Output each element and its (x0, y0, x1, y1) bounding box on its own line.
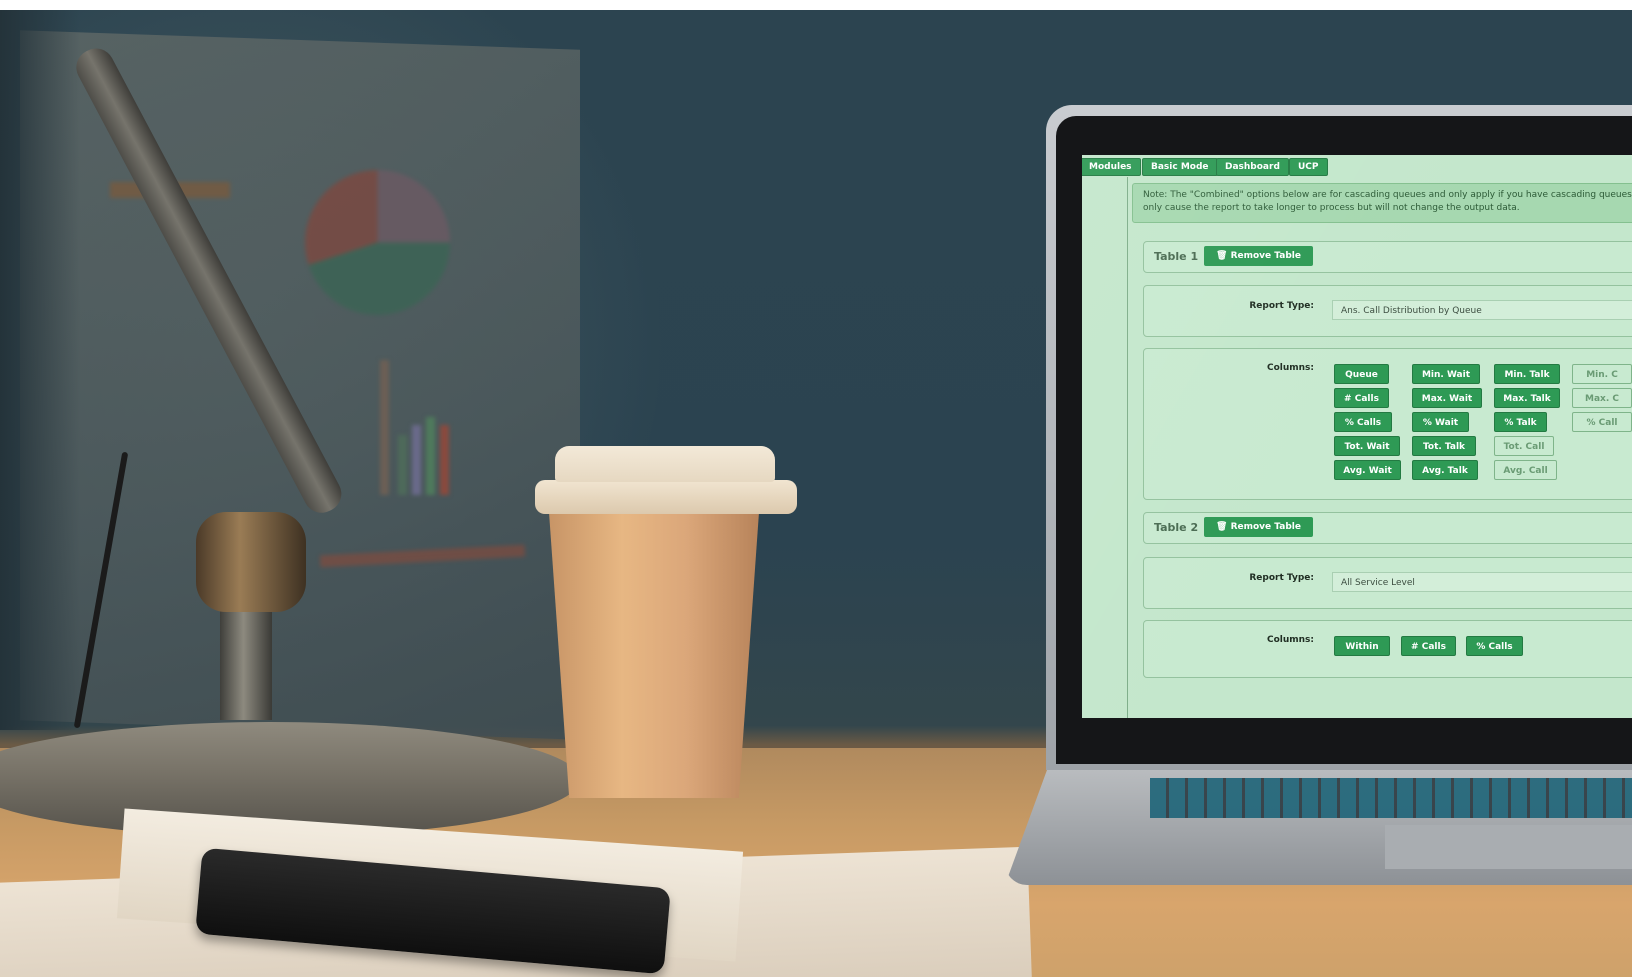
column-toggle-pct-calls[interactable]: % Calls (1334, 412, 1392, 432)
wall-poster (20, 30, 580, 740)
column-toggle-calls[interactable]: # Calls (1401, 636, 1456, 656)
columns-label: Columns: (1266, 363, 1314, 373)
laptop-trackpad (1385, 825, 1632, 869)
remove-table-1-label: Remove Table (1230, 251, 1301, 261)
columns-label: Columns: (1266, 635, 1314, 645)
nav-basic-mode-button[interactable]: Basic Mode (1142, 158, 1218, 176)
laptop-screen: Modules Basic Mode Dashboard UCP Note: T… (1082, 155, 1632, 718)
table-2-title: Table 2 (1154, 521, 1199, 534)
column-toggle-max-call[interactable]: Max. C (1572, 388, 1632, 408)
coffee-cup (548, 498, 760, 798)
column-toggle-avg-wait[interactable]: Avg. Wait (1334, 460, 1401, 480)
desk-lamp-joint (196, 512, 306, 612)
column-toggle-queue[interactable]: Queue (1334, 364, 1389, 384)
trash-icon: 🗑 (1216, 522, 1228, 532)
laptop-keyboard (1150, 778, 1632, 818)
table-2-report-type-panel: Report Type: All Service Level (1143, 557, 1632, 609)
table-2-columns-panel: Columns: Within # Calls % Calls (1143, 620, 1632, 678)
coffee-cup-lid (555, 446, 775, 482)
column-toggle-max-wait[interactable]: Max. Wait (1412, 388, 1482, 408)
table-1-columns-panel: Columns: Queue # Calls % Calls Tot. Wait… (1143, 348, 1632, 500)
remove-table-2-label: Remove Table (1230, 522, 1301, 532)
poster-pie-chart (305, 170, 450, 315)
column-toggle-pct-talk[interactable]: % Talk (1494, 412, 1547, 432)
table-1-header: Table 1 🗑 Remove Table (1143, 241, 1632, 273)
column-toggle-pct-calls[interactable]: % Calls (1466, 636, 1523, 656)
note-line-1: Note: The "Combined" options below are f… (1143, 190, 1632, 200)
desk-lamp-post (220, 600, 272, 720)
column-toggle-min-call[interactable]: Min. C (1572, 364, 1632, 384)
report-type-label: Report Type: (1249, 573, 1314, 583)
nav-ucp-button[interactable]: UCP (1289, 158, 1328, 176)
nav-dashboard-button[interactable]: Dashboard (1216, 158, 1289, 176)
column-toggle-min-talk[interactable]: Min. Talk (1494, 364, 1560, 384)
column-toggle-avg-call[interactable]: Avg. Call (1494, 460, 1557, 480)
coffee-cup-lid-rim (535, 480, 797, 514)
poster-bar-chart (380, 345, 460, 495)
column-toggle-tot-wait[interactable]: Tot. Wait (1334, 436, 1400, 456)
note-line-2: only cause the report to take longer to … (1143, 203, 1520, 213)
cascading-queues-note: Note: The "Combined" options below are f… (1132, 183, 1632, 223)
column-toggle-avg-talk[interactable]: Avg. Talk (1412, 460, 1478, 480)
column-toggle-max-talk[interactable]: Max. Talk (1494, 388, 1560, 408)
column-toggle-within[interactable]: Within (1334, 636, 1390, 656)
table-2-header: Table 2 🗑 Remove Table (1143, 512, 1632, 544)
trash-icon: 🗑 (1216, 251, 1228, 261)
table-2-report-type-select[interactable]: All Service Level (1332, 572, 1632, 592)
table-1-report-type-panel: Report Type: Ans. Call Distribution by Q… (1143, 285, 1632, 337)
column-toggle-tot-talk[interactable]: Tot. Talk (1412, 436, 1476, 456)
column-toggle-pct-call[interactable]: % Call (1572, 412, 1632, 432)
remove-table-2-button[interactable]: 🗑 Remove Table (1204, 517, 1313, 537)
table-1-report-type-select[interactable]: Ans. Call Distribution by Queue (1332, 300, 1632, 320)
report-type-label: Report Type: (1249, 301, 1314, 311)
column-toggle-calls[interactable]: # Calls (1334, 388, 1389, 408)
nav-modules-button[interactable]: Modules (1082, 158, 1141, 176)
table-1-title: Table 1 (1154, 250, 1199, 263)
column-toggle-pct-wait[interactable]: % Wait (1412, 412, 1469, 432)
wall-shadow (0, 10, 80, 730)
column-toggle-tot-call[interactable]: Tot. Call (1494, 436, 1554, 456)
sidebar-divider (1127, 177, 1128, 718)
top-nav-bar: Modules Basic Mode Dashboard UCP (1082, 155, 1632, 177)
remove-table-1-button[interactable]: 🗑 Remove Table (1204, 246, 1313, 266)
column-toggle-min-wait[interactable]: Min. Wait (1412, 364, 1480, 384)
